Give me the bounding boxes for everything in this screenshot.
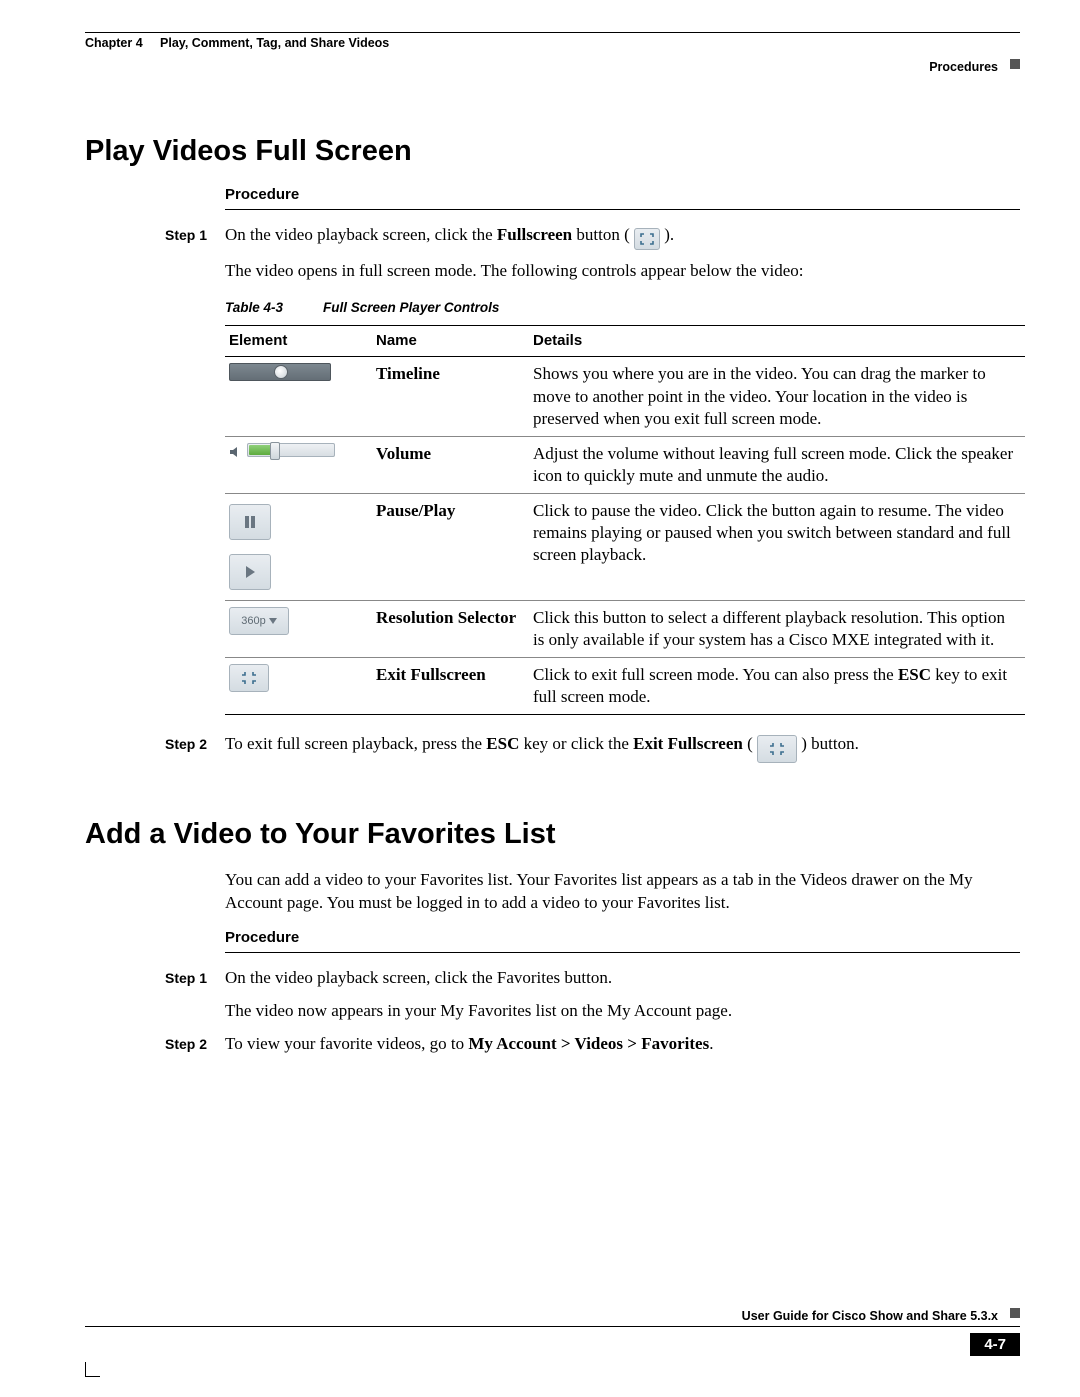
- col-name: Name: [372, 326, 529, 357]
- step2-label: Step 2: [165, 733, 225, 763]
- table-row: 360p Resolution Selector Click this butt…: [225, 600, 1025, 657]
- footer-marker-icon: [1010, 1308, 1020, 1318]
- fullscreen-icon: [634, 228, 660, 250]
- crop-mark-icon: [85, 1362, 100, 1377]
- fav-step1-body: On the video playback screen, click the …: [225, 967, 1020, 1023]
- header-marker-icon: [1010, 59, 1020, 69]
- step2-body: To exit full screen playback, press the …: [225, 733, 1020, 763]
- exit-fullscreen-icon: [229, 664, 269, 692]
- chapter-title: Play, Comment, Tag, and Share Videos: [160, 36, 389, 50]
- table-caption: Table 4-3Full Screen Player Controls: [225, 299, 1025, 317]
- table-row: Pause/Play Click to pause the video. Cli…: [225, 493, 1025, 600]
- step1-label: Step 1: [165, 224, 225, 715]
- pause-icon: [229, 504, 271, 540]
- guide-title: User Guide for Cisco Show and Share 5.3.…: [742, 1309, 998, 1323]
- play-icon: [229, 554, 271, 590]
- section-heading-fullscreen: Play Videos Full Screen: [85, 135, 1020, 168]
- col-element: Element: [225, 326, 372, 357]
- procedure-label: Procedure: [225, 929, 1020, 946]
- fav-step1-label: Step 1: [165, 967, 225, 1023]
- table-row: Timeline Shows you where you are in the …: [225, 357, 1025, 436]
- table-row: Volume Adjust the volume without leaving…: [225, 436, 1025, 493]
- volume-icon: [229, 443, 335, 457]
- procedure-label: Procedure: [225, 186, 1020, 203]
- page-footer: User Guide for Cisco Show and Share 5.3.…: [85, 1326, 1020, 1357]
- page-header: Chapter 4 Play, Comment, Tag, and Share …: [85, 32, 1020, 80]
- fav-step2-label: Step 2: [165, 1033, 225, 1056]
- section-label: Procedures: [929, 60, 998, 74]
- fav-step2-body: To view your favorite videos, go to My A…: [225, 1033, 1020, 1056]
- table-row: Exit Fullscreen Click to exit full scree…: [225, 658, 1025, 715]
- exit-fullscreen-icon: [757, 735, 797, 763]
- section-heading-favorites: Add a Video to Your Favorites List: [85, 818, 1020, 851]
- resolution-selector-icon: 360p: [229, 607, 289, 635]
- chapter-ref: Chapter 4: [85, 36, 143, 50]
- col-details: Details: [529, 326, 1025, 357]
- step1-body: On the video playback screen, click the …: [225, 224, 1025, 715]
- page-number: 4-7: [970, 1333, 1020, 1356]
- timeline-icon: [229, 363, 331, 381]
- favorites-intro: You can add a video to your Favorites li…: [225, 869, 1020, 915]
- fullscreen-controls-table: Element Name Details Timeline: [225, 325, 1025, 715]
